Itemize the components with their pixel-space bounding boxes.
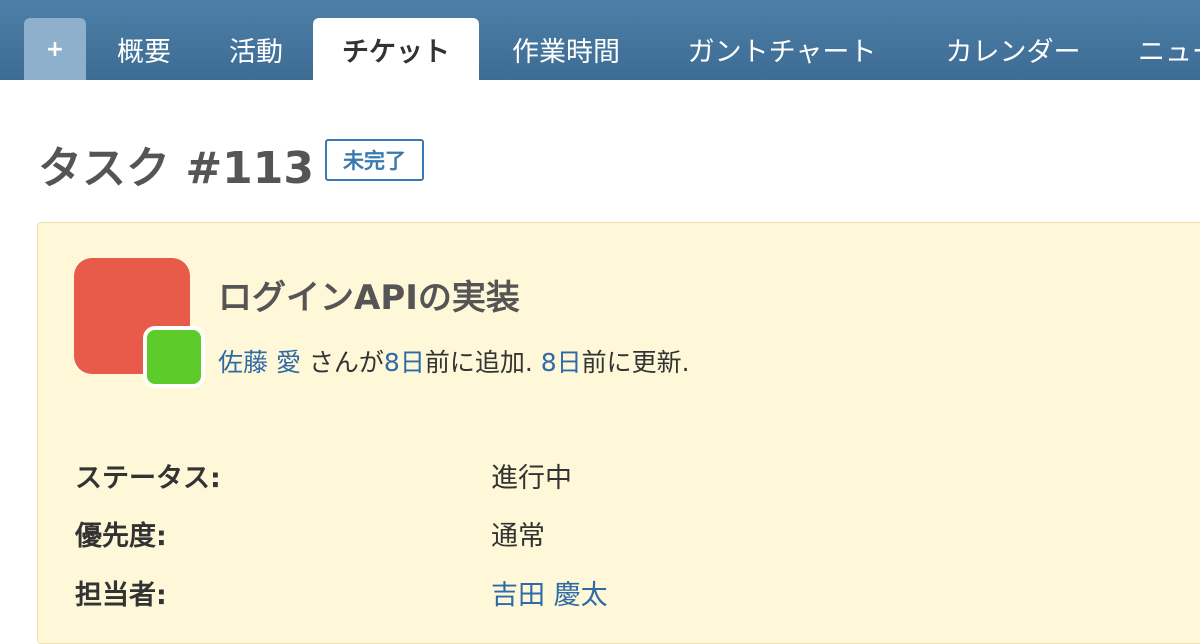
assignee-avatar[interactable]	[143, 326, 205, 388]
added-ago-link[interactable]: 8日	[384, 348, 425, 377]
tab-gantt[interactable]: ガントチャート	[664, 18, 900, 80]
updated-ago-link[interactable]: 8日	[541, 348, 582, 377]
issue-details-panel	[37, 222, 1200, 644]
author-suffix: さんが	[308, 348, 384, 377]
issue-subject: ログインAPIの実装	[218, 278, 520, 318]
assignee-link[interactable]: 吉田 慶太	[491, 573, 608, 612]
tab-overview[interactable]: 概要	[98, 18, 190, 80]
tab-calendar[interactable]: カレンダー	[928, 18, 1098, 80]
tab-issues[interactable]: チケット	[313, 18, 479, 80]
author-link[interactable]: 佐藤 愛	[218, 348, 301, 377]
assignee-label: 担当者:	[75, 580, 167, 611]
issue-author-line: 佐藤 愛 さんが8日前に追加. 8日前に更新.	[218, 343, 690, 379]
status-value: 進行中	[491, 463, 572, 494]
project-tab-bar: + 概要 活動 チケット 作業時間 ガントチャート カレンダー ニュース	[0, 0, 1200, 80]
tab-news[interactable]: ニュース	[1124, 18, 1200, 80]
new-item-button[interactable]: +	[24, 18, 86, 80]
status-label: ステータス:	[75, 463, 221, 494]
status-badge: 未完了	[325, 139, 424, 181]
page-title: タスク #113	[38, 143, 315, 194]
priority-value: 通常	[491, 521, 545, 552]
priority-label: 優先度:	[75, 521, 167, 552]
tab-activity[interactable]: 活動	[210, 18, 302, 80]
added-text: 前に追加.	[424, 348, 533, 377]
tab-time-entries[interactable]: 作業時間	[496, 18, 636, 80]
updated-text: 前に更新.	[581, 348, 690, 377]
